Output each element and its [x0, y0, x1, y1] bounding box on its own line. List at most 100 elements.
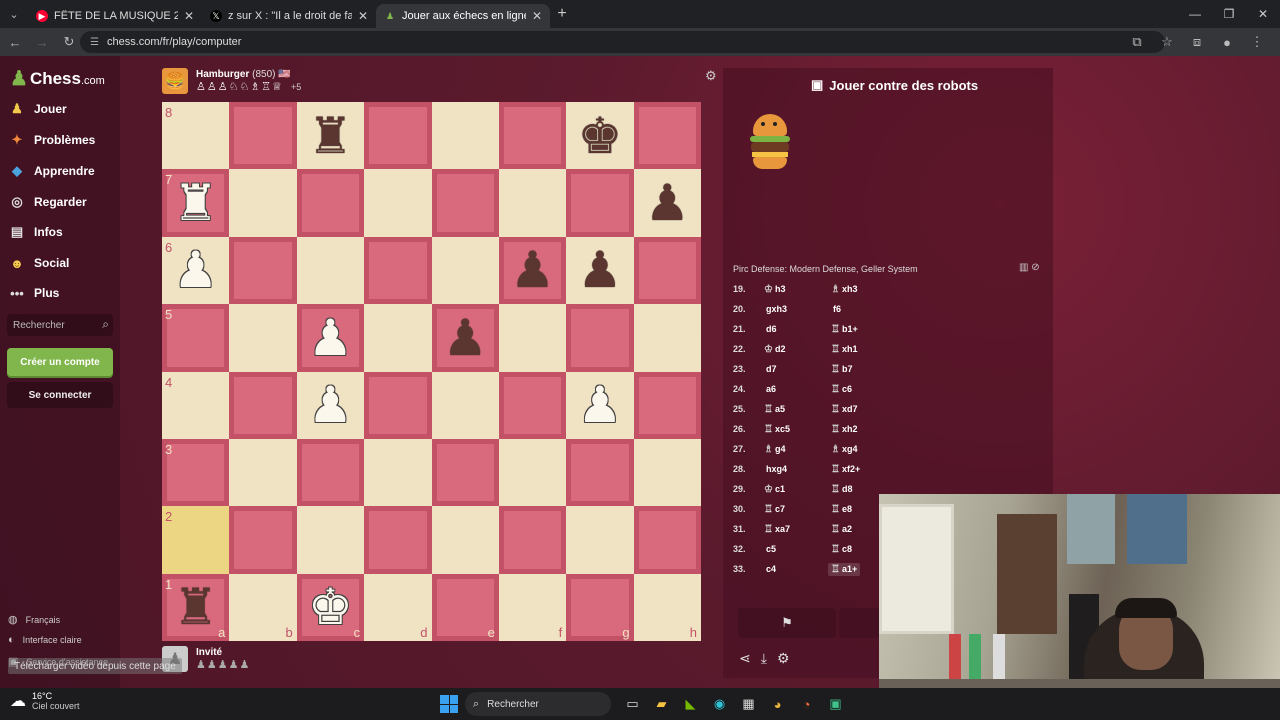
resign-button[interactable]: ⚑ [738, 608, 836, 638]
square-d1[interactable]: d [364, 573, 432, 641]
nvidia-icon[interactable]: ◣ [676, 692, 705, 716]
square-d6[interactable] [364, 236, 432, 305]
download-icon[interactable]: ⤓ [761, 650, 767, 667]
square-b5[interactable] [229, 304, 297, 372]
book-icon[interactable]: ▥ [1019, 262, 1028, 273]
firefox-icon[interactable]: ◔ [792, 692, 821, 716]
white-pawn-piece[interactable]: ♟ [308, 380, 353, 430]
square-f1[interactable]: f [498, 573, 567, 641]
download-video-tooltip[interactable]: Télécharger vidéo depuis cette page [8, 658, 182, 674]
white-move[interactable]: ♖ xc5 [764, 424, 790, 435]
chrome-icon[interactable]: ◕ [763, 692, 792, 716]
sidebar-item-more[interactable]: ••• Plus [8, 282, 59, 304]
forward-icon[interactable]: → [30, 35, 54, 50]
site-info-icon[interactable]: ☰ [90, 37, 99, 48]
white-move[interactable]: a6 [764, 384, 776, 395]
square-d8[interactable] [364, 102, 432, 170]
address-bar[interactable]: ☰ chess.com/fr/play/computer [80, 31, 1165, 53]
square-b2[interactable] [229, 506, 297, 574]
bookmark-star-icon[interactable]: ☆ [1152, 34, 1182, 50]
white-pawn-piece[interactable]: ♟ [308, 313, 353, 363]
square-e7[interactable] [431, 169, 499, 237]
black-pawn-piece[interactable]: ♟ [510, 245, 555, 295]
weather-widget[interactable]: ☁ 16°C Ciel couvert [10, 691, 80, 711]
square-h8[interactable] [633, 102, 701, 170]
sidebar-item-news[interactable]: ▤ Infos [8, 221, 63, 243]
square-e6[interactable] [431, 236, 499, 305]
white-move[interactable]: d7 [764, 364, 777, 375]
language-selector[interactable]: ◍ Français [8, 613, 60, 626]
square-c2[interactable] [296, 506, 365, 574]
white-move[interactable]: ♔ c1 [764, 484, 785, 495]
square-h3[interactable] [633, 438, 701, 507]
sidebar-item-puzzles[interactable]: ✦ Problèmes [8, 129, 96, 151]
minimize-icon[interactable]: — [1178, 7, 1212, 21]
white-move[interactable]: c4 [764, 564, 776, 575]
square-a4[interactable]: 4 [162, 371, 230, 439]
create-account-button[interactable]: Créer un compte [7, 348, 113, 376]
black-move[interactable]: ♖ c8 [831, 544, 852, 555]
white-move[interactable]: ♖ xa7 [764, 524, 790, 535]
cast-icon[interactable]: ⧉ [1122, 34, 1152, 50]
close-icon[interactable]: ✕ [358, 9, 368, 23]
black-move[interactable]: ♖ b1+ [831, 324, 858, 335]
black-pawn-piece[interactable]: ♟ [443, 313, 488, 363]
square-c3[interactable] [296, 438, 365, 507]
taskbar-search[interactable]: ⌕ Rechercher [465, 692, 611, 716]
bot-avatar-small[interactable]: 🍔 [162, 68, 188, 94]
chess-board[interactable]: 8 ♜ ♚ 7 ♜ ♟ 6 ♟ ♟ ♟ 5 ♟ ♟ 4 ♟ ♟ 3 2 1 a ♜ b c ♚ d e f g h [162, 102, 701, 641]
square-g8[interactable]: ♚ [566, 102, 634, 170]
square-f2[interactable] [498, 506, 567, 574]
black-move[interactable]: ♖ xh1 [831, 344, 857, 355]
square-b4[interactable] [229, 371, 297, 439]
profile-icon[interactable]: ● [1212, 35, 1242, 50]
windows-start-icon[interactable] [440, 695, 458, 713]
app-icon[interactable]: ▣ [821, 692, 850, 716]
square-f5[interactable] [498, 304, 567, 372]
task-view-icon[interactable]: ▭ [618, 692, 647, 716]
white-move[interactable]: c5 [764, 544, 776, 555]
restore-icon[interactable]: ❐ [1212, 7, 1246, 21]
square-h1[interactable]: h [633, 573, 701, 641]
white-move[interactable]: hxg4 [764, 464, 787, 475]
white-king-piece[interactable]: ♚ [308, 582, 353, 632]
black-move[interactable]: ♖ e8 [831, 504, 852, 515]
square-a1[interactable]: 1 a ♜ [162, 573, 230, 641]
new-tab-button[interactable]: + [550, 5, 574, 23]
tab-chess[interactable]: ♟ Jouer aux échecs en ligne co ✕ [376, 4, 550, 28]
sidebar-item-play[interactable]: ♟ Jouer [8, 98, 67, 120]
square-h5[interactable] [633, 304, 701, 372]
square-e1[interactable]: e [431, 573, 499, 641]
square-d3[interactable] [364, 438, 432, 507]
black-pawn-piece[interactable]: ♟ [645, 178, 690, 228]
square-g7[interactable] [566, 169, 634, 237]
back-icon[interactable]: ← [3, 35, 27, 50]
tab-x[interactable]: 𝕏 z sur X : "Il a le droit de faire un ✕ [202, 4, 376, 28]
square-c7[interactable] [296, 169, 365, 237]
square-e8[interactable] [431, 102, 499, 170]
square-f3[interactable] [498, 438, 567, 507]
close-icon[interactable]: ✕ [184, 9, 194, 23]
square-c1[interactable]: c ♚ [296, 573, 365, 641]
black-move[interactable]: ♖ d8 [831, 484, 852, 495]
square-a3[interactable]: 3 [162, 438, 230, 507]
black-pawn-piece[interactable]: ♟ [578, 245, 623, 295]
square-b3[interactable] [229, 438, 297, 507]
sidebar-item-watch[interactable]: ◎ Regarder [8, 191, 86, 213]
explorer-icon[interactable]: ⊘ [1031, 262, 1039, 273]
square-f7[interactable] [498, 169, 567, 237]
square-a5[interactable]: 5 [162, 304, 230, 372]
edge-icon[interactable]: ◉ [705, 692, 734, 716]
close-icon[interactable]: ✕ [532, 9, 542, 23]
share-icon[interactable]: ⋖ [739, 650, 751, 667]
white-move[interactable]: gxh3 [764, 304, 787, 315]
board-settings-gear-icon[interactable]: ⚙ [705, 68, 717, 84]
black-move[interactable]: ♖ a2 [831, 524, 852, 535]
black-king-piece[interactable]: ♚ [578, 111, 623, 161]
square-a2[interactable]: 2 [162, 506, 230, 574]
square-e4[interactable] [431, 371, 499, 439]
extensions-icon[interactable]: ⧈ [1182, 34, 1212, 50]
black-move[interactable]: ♗ xh3 [831, 284, 857, 295]
square-b1[interactable]: b [229, 573, 297, 641]
white-rook-piece[interactable]: ♜ [173, 178, 218, 228]
